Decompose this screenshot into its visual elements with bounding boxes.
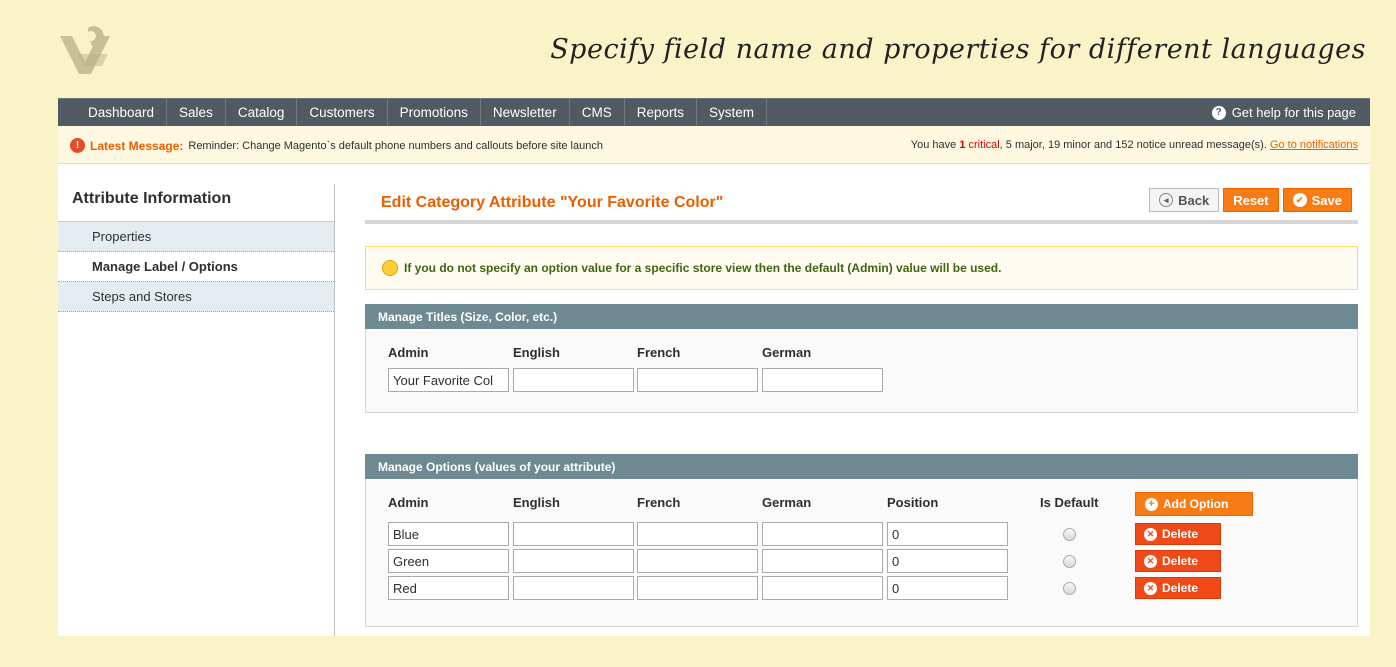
nav-cms[interactable]: CMS: [570, 99, 625, 126]
banner-caption: Specify field name and properties for di…: [550, 34, 1366, 65]
delete-x-icon: ✕: [1144, 527, 1157, 541]
lightbulb-icon: [382, 260, 398, 276]
option-position-input[interactable]: [887, 549, 1008, 573]
delete-option-button[interactable]: ✕ Delete: [1135, 550, 1221, 572]
titles-col-french: French: [637, 345, 681, 360]
option-position-input[interactable]: [887, 576, 1008, 600]
sidebar-item-manage-label-options[interactable]: Manage Label / Options: [58, 252, 334, 282]
back-button[interactable]: ◂ Back: [1149, 188, 1220, 212]
options-col-position: Position: [887, 495, 939, 510]
go-to-notifications-link[interactable]: Go to notifications: [1270, 139, 1358, 151]
help-icon: ?: [1211, 105, 1226, 120]
option-french-input[interactable]: [637, 576, 758, 600]
title-french-input[interactable]: [637, 368, 758, 392]
delete-x-icon: ✕: [1144, 581, 1157, 595]
options-col-english: English: [513, 495, 560, 510]
save-label: Save: [1311, 192, 1342, 208]
option-admin-input[interactable]: [388, 549, 509, 573]
critical-label: critical: [968, 139, 1000, 151]
option-admin-input[interactable]: [388, 522, 509, 546]
is-default-radio[interactable]: [1063, 582, 1076, 595]
checkmark-icon: ✔: [1292, 193, 1307, 207]
nav-dashboard[interactable]: Dashboard: [58, 99, 168, 126]
reset-button[interactable]: Reset: [1223, 188, 1279, 212]
sidebar-title: Attribute Information: [58, 184, 334, 222]
latest-message-text: Reminder: Change Magento`s default phone…: [188, 139, 603, 152]
help-label: Get help for this page: [1231, 105, 1356, 120]
back-arrow-icon: ◂: [1159, 193, 1174, 207]
options-col-french: French: [637, 495, 681, 510]
title-admin-input[interactable]: [388, 368, 509, 392]
content-area: Attribute Information Properties Manage …: [58, 164, 1370, 636]
nav-reports[interactable]: Reports: [625, 99, 697, 126]
option-french-input[interactable]: [637, 549, 758, 573]
add-option-button[interactable]: + Add Option: [1135, 492, 1253, 516]
add-option-label: Add Option: [1163, 497, 1229, 511]
help-link[interactable]: ? Get help for this page: [1211, 105, 1370, 120]
option-german-input[interactable]: [762, 522, 883, 546]
manage-options-header: Manage Options (values of your attribute…: [365, 454, 1358, 479]
delete-option-button[interactable]: ✕ Delete: [1135, 577, 1221, 599]
page-title: Edit Category Attribute "Your Favorite C…: [381, 194, 724, 211]
option-english-input[interactable]: [513, 549, 634, 573]
plus-icon: +: [1145, 497, 1158, 511]
back-label: Back: [1178, 192, 1210, 208]
delete-label: Delete: [1162, 527, 1199, 541]
option-english-input[interactable]: [513, 522, 634, 546]
summary-rest: , 5 major, 19 minor and 152 notice unrea…: [999, 139, 1267, 151]
message-bar: ! Latest Message: Reminder: Change Magen…: [58, 126, 1370, 164]
options-col-admin: Admin: [388, 495, 429, 510]
nav-newsletter[interactable]: Newsletter: [481, 99, 570, 126]
title-english-input[interactable]: [513, 368, 634, 392]
alert-icon: !: [70, 138, 85, 153]
option-position-input[interactable]: [887, 522, 1008, 546]
manage-titles-header: Manage Titles (Size, Color, etc.): [365, 304, 1358, 329]
delete-label: Delete: [1162, 581, 1199, 595]
summary-prefix: You have: [910, 139, 957, 151]
latest-message-label: Latest Message:: [90, 138, 184, 153]
nav-promotions[interactable]: Promotions: [388, 99, 481, 126]
reset-label: Reset: [1233, 192, 1269, 208]
sidebar-item-properties[interactable]: Properties: [58, 222, 334, 252]
title-german-input[interactable]: [762, 368, 883, 392]
sidebar: Attribute Information Properties Manage …: [58, 184, 334, 312]
option-admin-input[interactable]: [388, 576, 509, 600]
option-french-input[interactable]: [637, 522, 758, 546]
delete-label: Delete: [1162, 554, 1199, 568]
titles-col-german: German: [762, 345, 812, 360]
manage-titles-body: Admin English French German: [365, 329, 1358, 413]
is-default-radio[interactable]: [1063, 555, 1076, 568]
save-button[interactable]: ✔ Save: [1282, 188, 1352, 212]
sidebar-divider: [334, 184, 335, 636]
manage-options-body: Admin English French German Position Is …: [365, 479, 1358, 627]
sidebar-item-steps-and-stores[interactable]: Steps and Stores: [58, 282, 334, 312]
top-navigation: Dashboard Sales Catalog Customers Promot…: [58, 98, 1370, 126]
notice-text: If you do not specify an option value fo…: [404, 261, 1002, 275]
critical-count: 1: [959, 139, 966, 151]
nav-catalog[interactable]: Catalog: [226, 99, 298, 126]
title-rule: [365, 220, 1358, 224]
nav-system[interactable]: System: [697, 99, 767, 126]
option-german-input[interactable]: [762, 549, 883, 573]
options-col-german: German: [762, 495, 812, 510]
nav-sales[interactable]: Sales: [167, 99, 226, 126]
titles-col-english: English: [513, 345, 560, 360]
delete-option-button[interactable]: ✕ Delete: [1135, 523, 1221, 545]
notice-box: If you do not specify an option value fo…: [365, 246, 1358, 290]
option-english-input[interactable]: [513, 576, 634, 600]
delete-x-icon: ✕: [1144, 554, 1157, 568]
nav-customers[interactable]: Customers: [297, 99, 388, 126]
titles-col-admin: Admin: [388, 345, 429, 360]
logo: [58, 14, 112, 76]
option-german-input[interactable]: [762, 576, 883, 600]
is-default-radio[interactable]: [1063, 528, 1076, 541]
options-col-is-default: Is Default: [1040, 495, 1099, 510]
